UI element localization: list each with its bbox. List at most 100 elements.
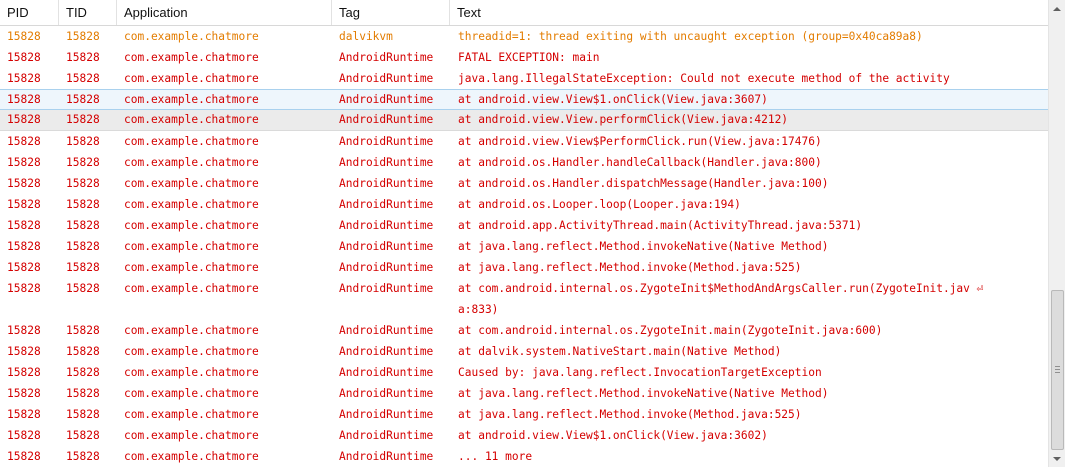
log-row[interactable]: 15828 15828 com.example.chatmore AndroidRun… (0, 131, 1048, 152)
log-row[interactable]: 15828 15828 com.example.chatmore AndroidRun… (0, 173, 1048, 194)
row-application: com.example.chatmore (124, 240, 259, 253)
row-tag: AndroidRuntime (339, 450, 434, 463)
log-row[interactable]: 15828 15828 com.example.chatmore AndroidRun… (0, 362, 1048, 383)
row-pid: 15828 (7, 198, 41, 211)
row-tid: 15828 (66, 51, 100, 64)
row-tid: 15828 (66, 113, 100, 126)
vertical-scrollbar[interactable] (1048, 0, 1065, 467)
log-row[interactable]: 15828 15828 com.example.chatmore AndroidRun… (0, 236, 1048, 257)
column-header-tag[interactable]: Tag (332, 0, 450, 25)
row-tag: AndroidRuntime (339, 177, 434, 190)
row-text: at android.view.View.performClick(View.j… (458, 113, 789, 126)
row-application: com.example.chatmore (124, 135, 259, 148)
row-text: at com.android.internal.os.ZygoteInit.ma… (458, 324, 883, 337)
log-row[interactable]: 15828 15828 com.example.chatmore dalvikvm th… (0, 26, 1048, 47)
log-row[interactable]: 15828 15828 com.example.chatmore AndroidRun… (0, 194, 1048, 215)
row-pid: 15828 (7, 450, 41, 463)
row-text: at android.view.View$1.onClick(View.java… (458, 93, 768, 106)
row-tag: AndroidRuntime (339, 429, 434, 442)
row-text: at dalvik.system.NativeStart.main(Native… (458, 345, 782, 358)
row-text: java.lang.IllegalStateException: Could n… (458, 72, 950, 85)
row-application: com.example.chatmore (124, 429, 259, 442)
row-text: Caused by: java.lang.reflect.InvocationT… (458, 366, 822, 379)
row-tid: 15828 (66, 282, 100, 295)
row-application: com.example.chatmore (124, 282, 259, 295)
row-tid: 15828 (66, 450, 100, 463)
row-pid: 15828 (7, 113, 41, 126)
row-application: com.example.chatmore (124, 156, 259, 169)
grip-line (1055, 372, 1060, 373)
scrollbar-thumb[interactable] (1051, 290, 1064, 450)
log-row[interactable]: 15828 15828 com.example.chatmore AndroidRun… (0, 215, 1048, 236)
row-pid: 15828 (7, 282, 41, 295)
row-text: at java.lang.reflect.Method.invokeNative… (458, 387, 829, 400)
row-pid: 15828 (7, 240, 41, 253)
row-application: com.example.chatmore (124, 261, 259, 274)
row-tag: AndroidRuntime (339, 219, 434, 232)
row-tag: AndroidRuntime (339, 156, 434, 169)
column-header-tid[interactable]: TID (59, 0, 117, 25)
log-row[interactable]: 15828 15828 com.example.chatmore AndroidRun… (0, 320, 1048, 341)
row-tag: AndroidRuntime (339, 387, 434, 400)
log-row[interactable]: 15828 15828 com.example.chatmore AndroidRun… (0, 47, 1048, 68)
row-application: com.example.chatmore (124, 93, 259, 106)
row-tid: 15828 (66, 156, 100, 169)
row-tag: AndroidRuntime (339, 51, 434, 64)
scroll-down-button[interactable] (1049, 450, 1065, 467)
row-pid: 15828 (7, 429, 41, 442)
row-tag: dalvikvm (339, 30, 393, 43)
row-text: at java.lang.reflect.Method.invoke(Metho… (458, 261, 802, 274)
row-pid: 15828 (7, 324, 41, 337)
row-pid: 15828 (7, 30, 41, 43)
row-tag: AndroidRuntime (339, 198, 434, 211)
log-row[interactable]: 15828 15828 com.example.chatmore AndroidRun… (0, 341, 1048, 362)
row-tag: AndroidRuntime (339, 282, 434, 295)
row-application: com.example.chatmore (124, 72, 259, 85)
grip-line (1055, 366, 1060, 367)
row-pid: 15828 (7, 366, 41, 379)
row-pid: 15828 (7, 261, 41, 274)
row-tid: 15828 (66, 408, 100, 421)
row-application: com.example.chatmore (124, 177, 259, 190)
row-pid: 15828 (7, 345, 41, 358)
row-pid: 15828 (7, 177, 41, 190)
row-tag: AndroidRuntime (339, 261, 434, 274)
column-header-pid[interactable]: PID (0, 0, 59, 25)
row-tid: 15828 (66, 30, 100, 43)
log-row[interactable]: 15828 15828 com.example.chatmore AndroidRun… (0, 68, 1048, 89)
log-row[interactable]: 15828 15828 com.example.chatmore AndroidRun… (0, 446, 1048, 467)
row-text: at android.app.ActivityThread.main(Activ… (458, 219, 863, 232)
row-tid: 15828 (66, 72, 100, 85)
row-pid: 15828 (7, 51, 41, 64)
scroll-up-button[interactable] (1049, 0, 1065, 17)
grip-line (1055, 369, 1060, 370)
row-tag: AndroidRuntime (339, 366, 434, 379)
row-text: at com.android.internal.os.ZygoteInit$Me… (458, 282, 984, 316)
column-header-application[interactable]: Application (117, 0, 332, 25)
log-row[interactable]: 15828 15828 com.example.chatmore AndroidRun… (0, 404, 1048, 425)
logcat-panel: PID TID Application Tag Text 15828 15828 c… (0, 0, 1076, 467)
log-row[interactable]: 15828 15828 com.example.chatmore AndroidRun… (0, 152, 1048, 173)
row-pid: 15828 (7, 156, 41, 169)
row-tag: AndroidRuntime (339, 345, 434, 358)
row-tid: 15828 (66, 198, 100, 211)
row-pid: 15828 (7, 72, 41, 85)
log-row[interactable]: 15828 15828 com.example.chatmore AndroidRun… (0, 257, 1048, 278)
row-pid: 15828 (7, 387, 41, 400)
row-tid: 15828 (66, 177, 100, 190)
row-application: com.example.chatmore (124, 51, 259, 64)
column-header-bar: PID TID Application Tag Text (0, 0, 1048, 26)
row-application: com.example.chatmore (124, 30, 259, 43)
log-row[interactable]: 15828 15828 com.example.chatmore AndroidRun… (0, 425, 1048, 446)
log-row[interactable]: 15828 15828 com.example.chatmore AndroidRun… (0, 110, 1048, 131)
log-row[interactable]: 15828 15828 com.example.chatmore AndroidRun… (0, 89, 1048, 110)
row-text: at java.lang.reflect.Method.invokeNative… (458, 240, 829, 253)
column-header-text[interactable]: Text (450, 0, 1048, 25)
panel-edge (1065, 0, 1076, 467)
log-row[interactable]: 15828 15828 com.example.chatmore AndroidRun… (0, 278, 1048, 320)
row-application: com.example.chatmore (124, 345, 259, 358)
row-tid: 15828 (66, 366, 100, 379)
row-text: FATAL EXCEPTION: main (458, 51, 600, 64)
log-row[interactable]: 15828 15828 com.example.chatmore AndroidRun… (0, 383, 1048, 404)
arrow-up-icon (1053, 6, 1061, 11)
